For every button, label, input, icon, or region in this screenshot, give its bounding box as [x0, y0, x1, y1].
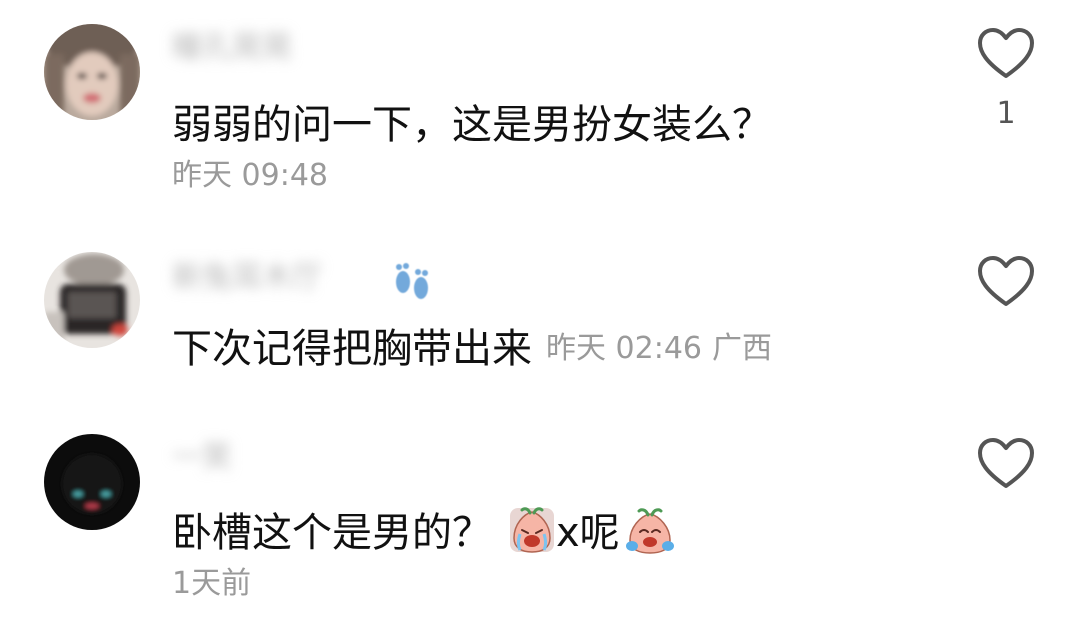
like-button[interactable]	[976, 254, 1036, 310]
comment-location: 广西	[712, 331, 772, 366]
comment-body-suffix: x呢	[556, 510, 620, 556]
crying-radish-emoji	[624, 506, 674, 554]
heart-outline-icon	[978, 256, 1034, 306]
username-text: 新兔耳木厅	[172, 260, 322, 295]
comment-item: 一笑 卧槽这个是男的？ x呢 1天前	[0, 410, 1080, 635]
username[interactable]: 一笑	[172, 438, 232, 478]
crying-radish-emoji	[508, 506, 556, 554]
like-button[interactable]	[976, 436, 1036, 492]
footprint-icon	[390, 260, 430, 300]
comment-item: 瞳孔晃晃 弱弱的问一下，这是男扮女装么？ 昨天 09:48 1	[0, 0, 1080, 210]
comment-timestamp: 昨天 02:46	[546, 331, 702, 366]
comment-list: 瞳孔晃晃 弱弱的问一下，这是男扮女装么？ 昨天 09:48 1 新兔耳木厅 下次…	[0, 0, 1080, 635]
comment-item: 新兔耳木厅 下次记得把胸带出来 昨天 02:46 广西	[0, 210, 1080, 410]
user-avatar[interactable]	[44, 434, 140, 530]
comment-timestamp: 1天前	[172, 566, 252, 601]
comment-body: 下次记得把胸带出来	[172, 326, 532, 372]
like-button[interactable]	[976, 26, 1036, 82]
user-avatar[interactable]	[44, 24, 140, 120]
user-avatar[interactable]	[44, 252, 140, 348]
comment-body: 卧槽这个是男的？	[172, 510, 492, 556]
heart-outline-icon	[978, 28, 1034, 78]
comment-text: 弱弱的问一下，这是男扮女装么？	[172, 102, 772, 148]
like-count: 1	[996, 96, 1016, 131]
comment-text: 下次记得把胸带出来 昨天 02:46 广西	[172, 324, 772, 374]
username[interactable]: 新兔耳木厅	[172, 258, 322, 298]
username[interactable]: 瞳孔晃晃	[172, 28, 292, 68]
heart-outline-icon	[978, 438, 1034, 488]
comment-timestamp: 昨天 09:48	[172, 158, 328, 193]
comment-text: 卧槽这个是男的？ x呢	[172, 506, 674, 558]
